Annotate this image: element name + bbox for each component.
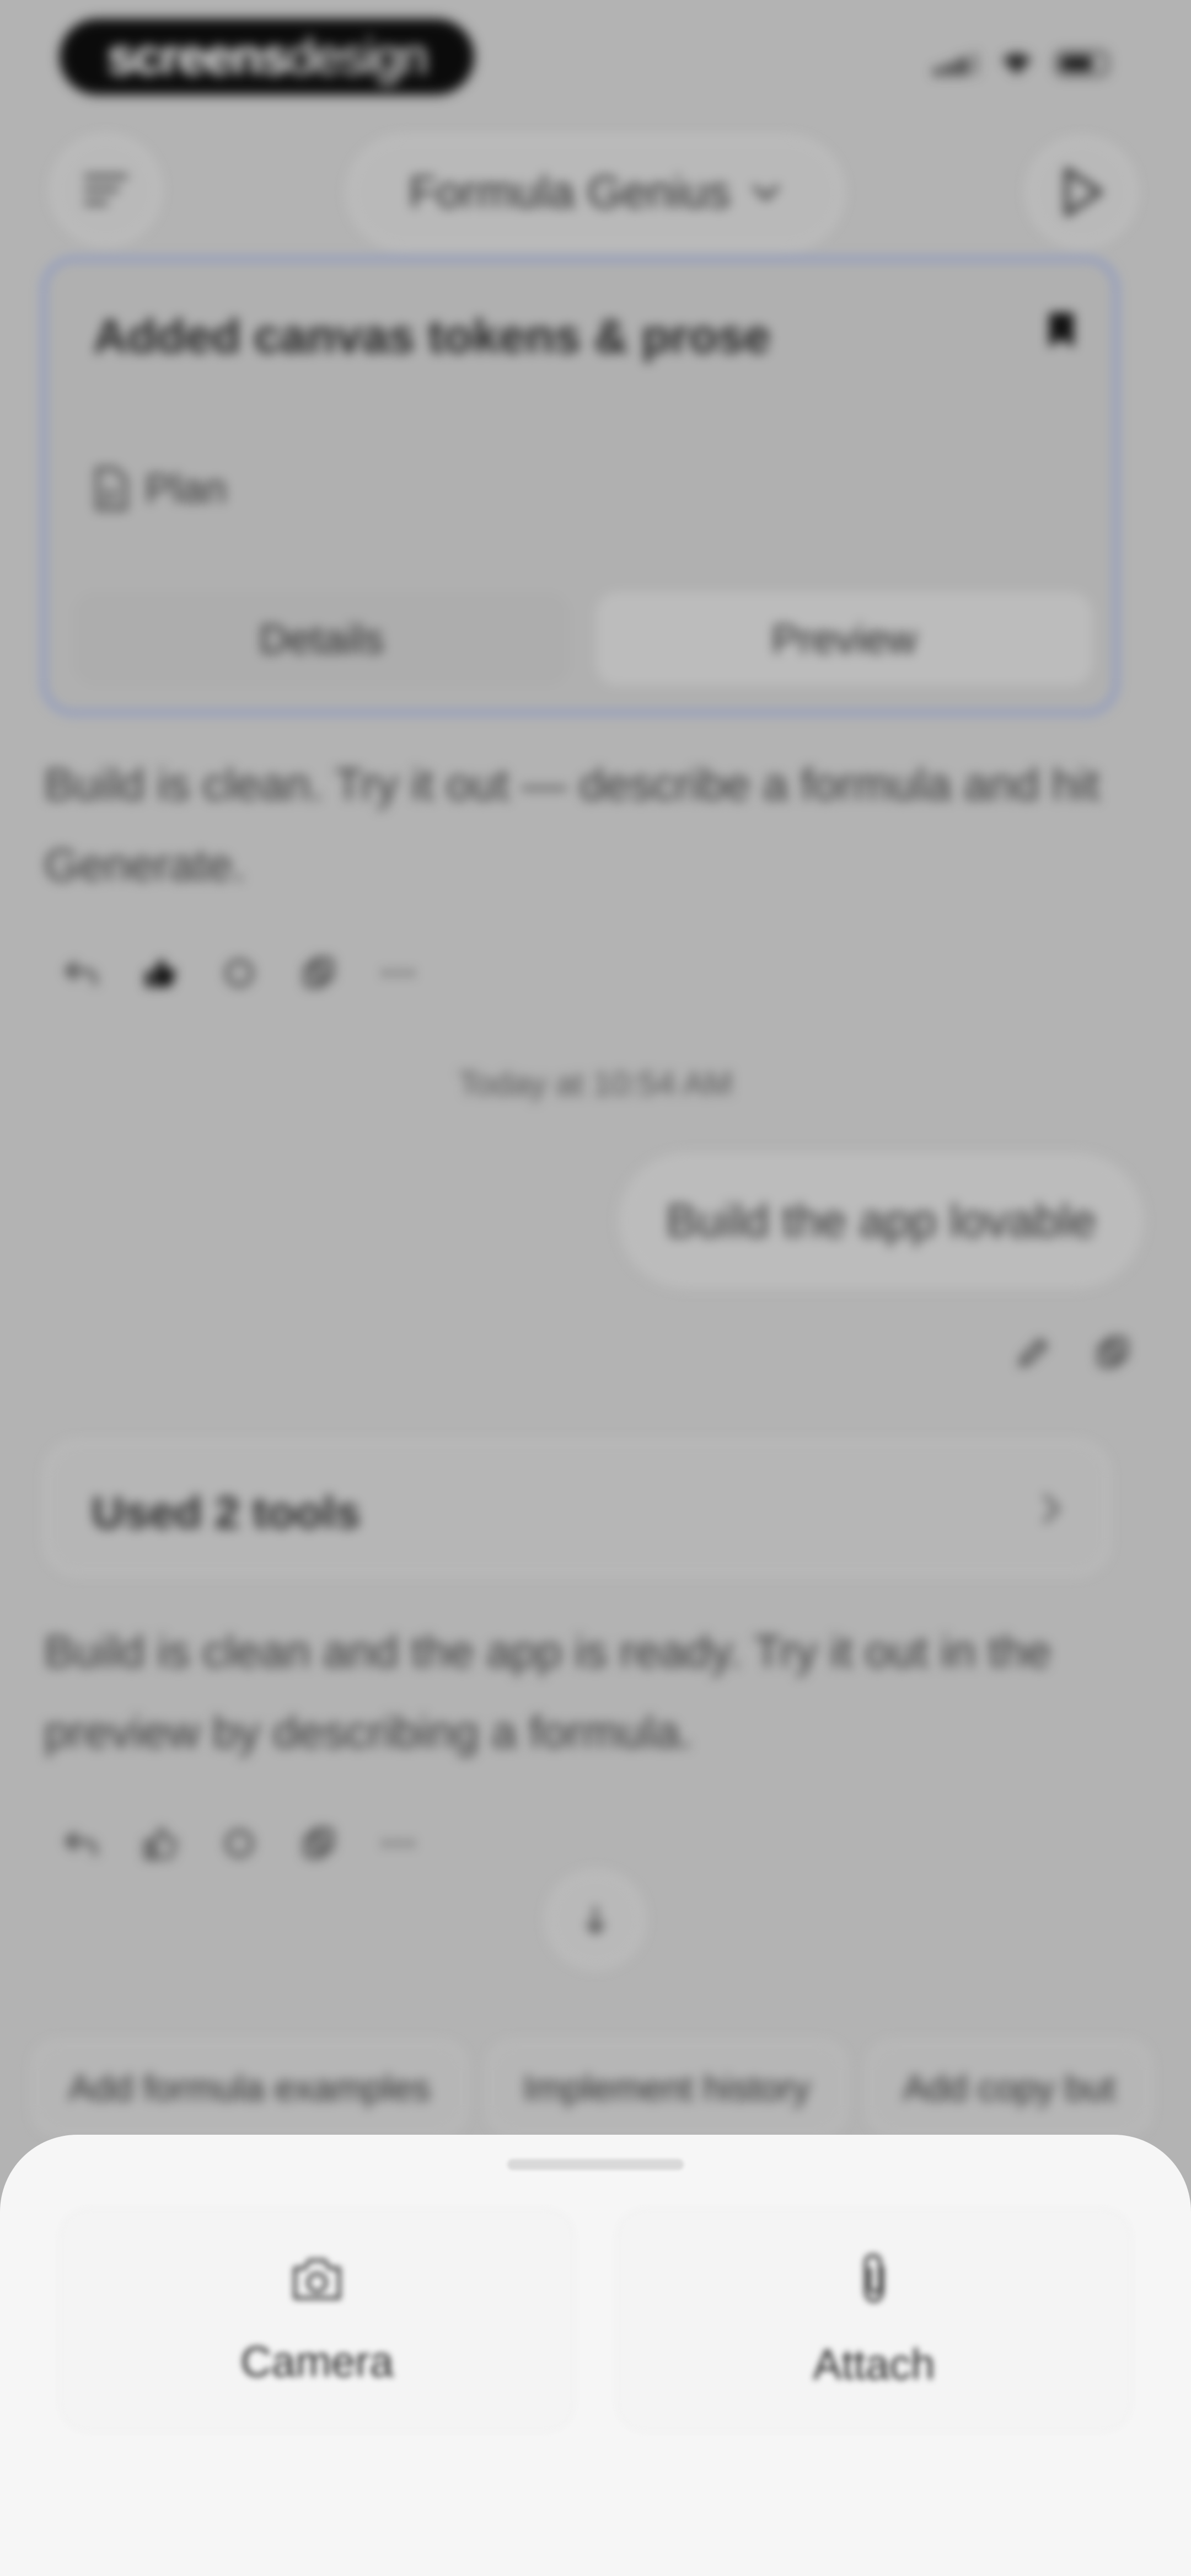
plan-tag-label: Plan (145, 466, 227, 511)
copy-icon[interactable] (299, 953, 339, 993)
menu-button[interactable] (51, 135, 161, 245)
user-message-text: Build the app lovable (666, 1194, 1096, 1247)
camera-icon (293, 2258, 341, 2300)
message-actions-1 (61, 953, 418, 993)
model-name: Formula Genius (409, 167, 731, 217)
background-content: screens design Formula Genius Added canva… (0, 0, 1191, 2140)
undo-icon[interactable] (61, 953, 100, 993)
bookmark-icon[interactable] (1045, 311, 1078, 350)
thumbs-down-icon[interactable] (219, 953, 259, 993)
copy-icon[interactable] (299, 1824, 339, 1863)
model-selector[interactable]: Formula Genius (347, 136, 844, 249)
brand-logo: screens design (60, 19, 474, 95)
battery-icon (1055, 51, 1108, 76)
tools-used-row[interactable]: Used 2 tools (45, 1441, 1109, 1575)
more-icon[interactable] (378, 953, 418, 993)
chevron-down-icon (753, 185, 779, 201)
edit-pencil-icon[interactable] (1016, 1335, 1051, 1370)
play-icon (1064, 167, 1103, 217)
suggestion-chip[interactable]: Implement history (487, 2041, 846, 2135)
preview-button[interactable]: Preview (596, 592, 1092, 686)
brand-bold-text: screens (107, 28, 289, 85)
brand-light-text: design (287, 28, 428, 85)
copy-icon[interactable] (1095, 1335, 1130, 1370)
suggestion-chip[interactable]: Add copy but (867, 2041, 1151, 2135)
chevron-right-icon (1043, 1493, 1060, 1524)
message-timestamp: Today at 10:54 AM (458, 1065, 733, 1102)
status-icons (934, 51, 1108, 76)
more-icon[interactable] (378, 1824, 418, 1863)
plan-tag: Plan (93, 465, 227, 512)
wifi-icon (1002, 54, 1031, 74)
preview-play-button[interactable] (1027, 137, 1137, 247)
attach-option[interactable]: Attach (618, 2210, 1130, 2430)
suggestion-chip[interactable]: Add formula examples (33, 2041, 466, 2135)
plan-card[interactable]: Added canvas tokens & prose Plan Details… (42, 257, 1118, 715)
camera-option[interactable]: Camera (61, 2210, 573, 2430)
user-message-bubble: Build the app lovable (619, 1153, 1144, 1289)
thumbs-up-icon[interactable] (140, 1824, 180, 1863)
paperclip-icon (864, 2253, 884, 2302)
thumbs-up-icon[interactable] (140, 953, 180, 993)
menu-lines-icon (84, 174, 128, 205)
details-button[interactable]: Details (73, 592, 570, 686)
assistant-message-2: Build is clean and the app is ready. Try… (44, 1627, 1051, 1757)
camera-label: Camera (240, 2337, 394, 2386)
suggestion-chips: Add formula examples Implement history A… (33, 2041, 1151, 2135)
arrow-down-icon (586, 1906, 605, 1934)
tools-used-label: Used 2 tools (92, 1488, 361, 1538)
document-icon (96, 467, 127, 510)
attach-label: Attach (813, 2339, 935, 2388)
user-message-actions (1016, 1335, 1130, 1370)
message-actions-2 (61, 1824, 418, 1863)
sheet-handle[interactable] (507, 2159, 684, 2170)
plan-card-title: Added canvas tokens & prose (93, 310, 771, 363)
signal-icon (934, 51, 978, 76)
scroll-down-button[interactable] (546, 1870, 645, 1969)
thumbs-down-icon[interactable] (219, 1824, 259, 1863)
assistant-message-1: Build is clean. Try it out — describe a … (44, 760, 1100, 890)
app-screen: screens design Formula Genius Added canva… (0, 0, 1191, 2576)
attachment-sheet: Camera Attach (0, 2135, 1191, 2576)
undo-icon[interactable] (61, 1824, 100, 1863)
